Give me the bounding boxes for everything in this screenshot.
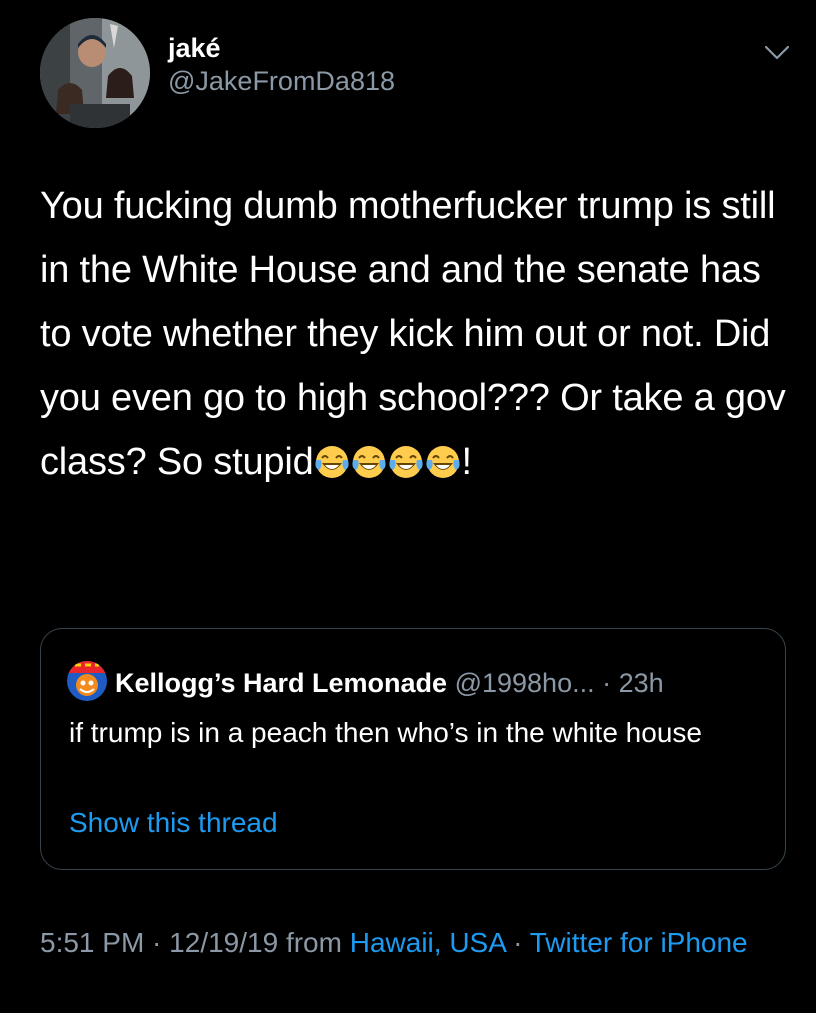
tweet-date: 12/19/19	[169, 927, 279, 958]
meta-separator: ·	[144, 927, 170, 958]
quoted-tweet-text: if trump is in a peach then who’s in the…	[69, 717, 702, 748]
show-thread-link[interactable]: Show this thread	[69, 805, 278, 841]
quoted-timestamp: 23h	[618, 668, 664, 698]
author-display-name[interactable]: jaké	[168, 32, 395, 64]
quoted-tweet[interactable]: Kellogg’s Hard Lemonade @1998ho... · 23h…	[40, 628, 786, 870]
tweet-text-end: !	[461, 441, 473, 483]
author-handle[interactable]: @JakeFromDa818	[168, 64, 395, 98]
tweet-header: jaké @JakeFromDa818	[40, 18, 796, 128]
author-info: jaké @JakeFromDa818	[168, 32, 395, 98]
meta-separator: ·	[505, 927, 530, 958]
quoted-separator: ·	[594, 668, 619, 698]
author-avatar[interactable]	[40, 18, 150, 128]
quoted-author-handle: @1998ho...	[454, 668, 595, 698]
cereal-mascot-avatar-icon	[67, 661, 107, 701]
tweet-time: 5:51 PM	[40, 927, 145, 958]
source-link[interactable]: Twitter for iPhone	[530, 927, 748, 958]
chevron-down-icon[interactable]	[764, 44, 790, 62]
tears-of-joy-emoji-icon	[388, 446, 423, 478]
tweet-metadata: 5:51 PM · 12/19/19 from Hawaii, USA · Tw…	[40, 922, 780, 964]
laughing-emoji-group	[314, 441, 462, 483]
quoted-author-avatar	[67, 661, 107, 701]
tears-of-joy-emoji-icon	[425, 446, 460, 478]
tears-of-joy-emoji-icon	[351, 446, 386, 478]
tweet-text: You fucking dumb motherfucker trump is s…	[40, 174, 796, 494]
quoted-author-name: Kellogg’s Hard Lemonade	[115, 668, 448, 698]
tears-of-joy-emoji-icon	[314, 446, 349, 478]
tweet-detail: jaké @JakeFromDa818 You fucking dumb mot…	[0, 0, 816, 1013]
tweet-body: You fucking dumb motherfucker trump is s…	[40, 185, 796, 483]
from-label: from	[285, 927, 342, 958]
avatar-photo-icon	[40, 18, 150, 128]
location-link[interactable]: Hawaii, USA	[350, 927, 506, 958]
quoted-tweet-header: Kellogg’s Hard Lemonade @1998ho... · 23h	[67, 661, 664, 701]
